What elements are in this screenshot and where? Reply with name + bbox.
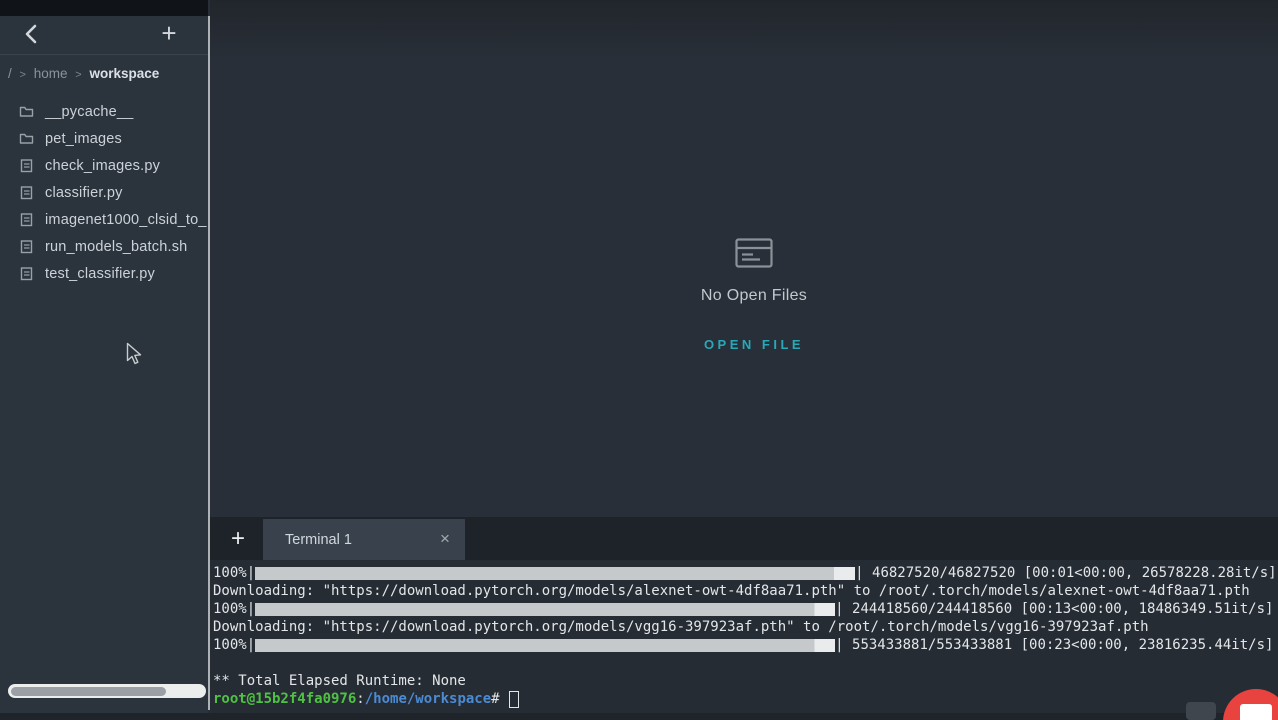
- terminal-cursor: [508, 690, 519, 708]
- terminal-tab-label: Terminal 1: [285, 531, 352, 548]
- progress-bar: [255, 638, 836, 652]
- folder-icon: [19, 131, 34, 146]
- breadcrumb-home[interactable]: home: [34, 66, 68, 81]
- file-list: __pycache__ pet_images check_images.py c…: [0, 98, 208, 287]
- breadcrumb-root[interactable]: /: [8, 66, 12, 81]
- terminal-tab-1[interactable]: Terminal 1 ×: [263, 519, 465, 560]
- folder-icon: [19, 104, 34, 119]
- sidebar-header: +: [0, 16, 208, 55]
- file-icon: [19, 185, 34, 200]
- breadcrumb-separator: >: [75, 69, 82, 81]
- sidebar-top-strip: [0, 0, 208, 16]
- back-button[interactable]: [20, 20, 44, 48]
- file-item-label: test_classifier.py: [45, 265, 155, 282]
- terminal-tabbar: + Terminal 1 ×: [210, 517, 1278, 560]
- terminal-panel: + Terminal 1 × 100%| | 46827520/46827520 …: [210, 517, 1278, 720]
- open-file-button[interactable]: OPEN FILE: [210, 337, 1278, 352]
- file-icon: [19, 212, 34, 227]
- new-file-button[interactable]: +: [155, 18, 183, 48]
- file-item-label: run_models_batch.sh: [45, 238, 188, 255]
- file-item-pet-images[interactable]: pet_images: [0, 125, 208, 152]
- terminal-progress-line: 100%| | 553433881/553433881 [00:23<00:00,…: [213, 637, 1274, 653]
- file-icon: [19, 158, 34, 173]
- close-tab-icon[interactable]: ×: [435, 528, 455, 550]
- breadcrumb-separator: >: [19, 69, 26, 81]
- chevron-left-icon: [25, 24, 37, 44]
- terminal-text-line: Downloading: "https://download.pytorch.o…: [213, 619, 1149, 635]
- terminal-output[interactable]: 100%| | 46827520/46827520 [00:01<00:00, 2…: [213, 560, 1278, 720]
- breadcrumb: / > home > workspace: [8, 66, 204, 84]
- no-open-files-panel: No Open Files OPEN FILE: [210, 238, 1278, 352]
- progress-bar: [255, 602, 836, 616]
- file-item-label: check_images.py: [45, 157, 161, 174]
- prompt-user-host: root@15b2f4fa0976: [213, 691, 357, 707]
- terminal-progress-line: 100%| | 244418560/244418560 [00:13<00:00,…: [213, 601, 1274, 617]
- editor-area: No Open Files OPEN FILE: [210, 0, 1278, 517]
- file-item-run-models-batch[interactable]: run_models_batch.sh: [0, 233, 208, 260]
- scrollbar-thumb[interactable]: [11, 686, 166, 696]
- editor-file-icon: [735, 238, 773, 273]
- file-item-classifier[interactable]: classifier.py: [0, 179, 208, 206]
- terminal-text-line: ** Total Elapsed Runtime: None: [213, 673, 466, 689]
- file-item-label: classifier.py: [45, 184, 123, 201]
- file-icon: [19, 266, 34, 281]
- breadcrumb-workspace[interactable]: workspace: [89, 66, 159, 81]
- chat-widget-secondary: [1186, 702, 1216, 720]
- file-item-check-images[interactable]: check_images.py: [0, 152, 208, 179]
- terminal-progress-line: 100%| | 46827520/46827520 [00:01<00:00, 2…: [213, 565, 1277, 581]
- file-item-label: __pycache__: [45, 103, 134, 120]
- chat-bubble-icon: [1240, 704, 1272, 720]
- bottom-edge-strip: [0, 713, 1278, 720]
- prompt-path: /home/workspace: [364, 691, 492, 707]
- new-terminal-button[interactable]: +: [226, 524, 250, 554]
- file-icon: [19, 239, 34, 254]
- ide-window: + / > home > workspace __pycache__ pet_i…: [0, 0, 1278, 720]
- no-open-files-text: No Open Files: [700, 287, 808, 304]
- sidebar-horizontal-scrollbar: [8, 684, 206, 698]
- file-item-pycache[interactable]: __pycache__: [0, 98, 208, 125]
- file-item-test-classifier[interactable]: test_classifier.py: [0, 260, 208, 287]
- file-item-imagenet1000[interactable]: imagenet1000_clsid_to_: [0, 206, 208, 233]
- terminal-prompt-line: root@15b2f4fa0976:/home/workspace #: [213, 690, 1278, 708]
- file-item-label: pet_images: [45, 130, 122, 147]
- file-explorer-sidebar: + / > home > workspace __pycache__ pet_i…: [0, 0, 208, 720]
- terminal-text-line: Downloading: "https://download.pytorch.o…: [213, 583, 1250, 599]
- file-item-label: imagenet1000_clsid_to_: [45, 211, 207, 228]
- progress-bar: [255, 566, 856, 580]
